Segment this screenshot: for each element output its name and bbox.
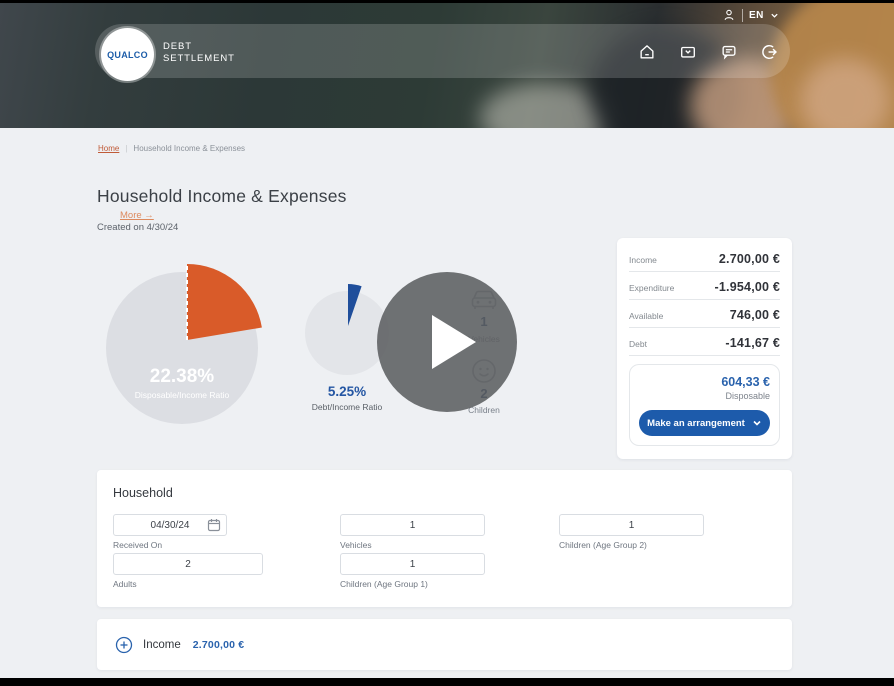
breadcrumb: Home | Household Income & Expenses [98,144,245,153]
summary-row-income: Income 2.700,00 € [629,252,780,272]
pie-disposable-slice [187,264,262,340]
chevron-down-icon[interactable] [770,11,779,20]
children-age-group-1-field: Children (Age Group 1) [340,553,485,589]
expand-plus-icon[interactable] [115,636,133,654]
breadcrumb-separator: | [125,144,127,153]
vehicles-input[interactable] [340,514,485,536]
page-title: Household Income & Expenses [97,186,347,207]
make-arrangement-label: Make an arrangement [647,418,745,429]
summary-value: 746,00 € [730,308,780,322]
children-age-group-2-input[interactable] [559,514,704,536]
disposable-card: 604,33 € Disposable Make an arrangement [629,364,780,446]
disposable-ratio-value: 22.38% [132,366,232,388]
disposable-ratio-label: Disposable/Income Ratio [134,390,230,401]
brand-title: DEBT SETTLEMENT [163,41,235,66]
make-arrangement-button[interactable]: Make an arrangement [639,410,770,436]
more-link[interactable]: More → [120,210,154,221]
debt-ratio-label: Debt/Income Ratio [292,402,402,412]
received-on-field: Received On [113,514,227,550]
adults-input[interactable] [113,553,263,575]
disposable-income-pie-chart [100,260,270,430]
children-age-group-2-field: Children (Age Group 2) [559,514,704,550]
vehicles-field: Vehicles [340,514,485,550]
summary-row-expenditure: Expenditure -1.954,00 € [629,280,780,300]
play-icon [432,315,476,369]
summary-label: Income [629,255,657,265]
disposable-value: 604,33 € [639,375,770,389]
brand-line2: SETTLEMENT [163,53,235,65]
video-play-button[interactable] [377,272,517,412]
logout-icon[interactable] [761,43,779,61]
financial-summary-card: Income 2.700,00 € Expenditure -1.954,00 … [617,238,792,459]
income-section[interactable]: Income 2.700,00 € [97,619,792,670]
field-label: Received On [113,540,227,550]
summary-value: 2.700,00 € [719,252,780,266]
field-label: Children (Age Group 1) [340,579,485,589]
brand-line1: DEBT [163,41,235,53]
household-section: Household Received On Vehicles Children … [97,470,792,607]
income-section-value: 2.700,00 € [193,639,245,651]
page-content: Home | Household Income & Expenses House… [0,128,894,678]
divider [742,9,743,22]
disposable-label: Disposable [639,391,770,401]
summary-row-available: Available 746,00 € [629,308,780,328]
field-label: Adults [113,579,263,589]
chat-icon[interactable] [720,43,738,61]
created-on-text: Created on 4/30/24 [97,222,178,233]
logo-text: QUALCO [107,50,148,60]
calendar-icon[interactable] [207,518,221,532]
summary-label: Expenditure [629,283,674,293]
home-icon[interactable] [638,43,656,61]
nav-icons [638,43,779,61]
debt-ratio-value: 5.25% [307,384,387,399]
language-selector[interactable]: EN [749,10,764,21]
income-section-label: Income [143,639,181,651]
user-icon[interactable] [722,8,736,22]
inbox-icon[interactable] [679,43,697,61]
pie-remainder-slice [305,291,389,375]
summary-value: -141,67 € [725,336,780,350]
summary-row-debt: Debt -141,67 € [629,336,780,356]
summary-label: Available [629,311,663,321]
adults-field: Adults [113,553,263,589]
breadcrumb-current: Household Income & Expenses [133,144,245,153]
summary-label: Debt [629,339,647,349]
user-strip[interactable]: EN [722,8,779,22]
children-age-group-1-input[interactable] [340,553,485,575]
field-label: Children (Age Group 2) [559,540,704,550]
summary-value: -1.954,00 € [715,280,780,294]
qualco-logo[interactable]: QUALCO [101,28,154,81]
field-label: Vehicles [340,540,485,550]
chevron-down-icon [752,418,762,428]
household-title: Household [113,486,173,500]
breadcrumb-home-link[interactable]: Home [98,144,119,153]
